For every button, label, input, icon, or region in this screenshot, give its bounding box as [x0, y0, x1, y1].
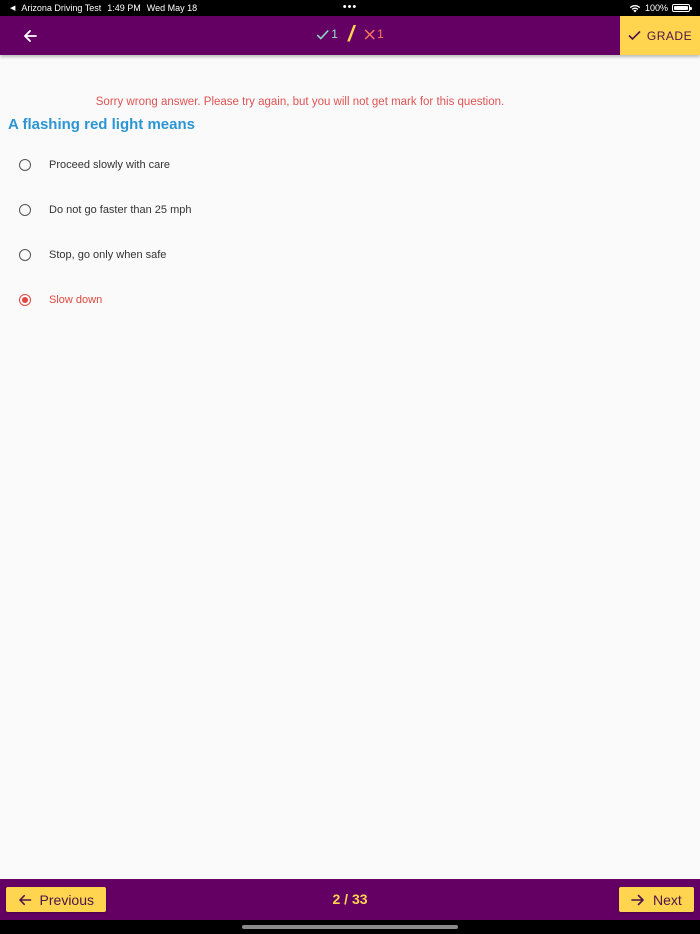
score-summary: 1 / 1 — [316, 21, 384, 46]
answer-option-label: Slow down — [49, 293, 103, 306]
radio-dot — [22, 296, 28, 303]
radio-button[interactable] — [19, 248, 31, 261]
next-button[interactable]: Next — [619, 887, 694, 912]
status-left: ◀ Arizona Driving Test 1:49 PM Wed May 1… — [10, 3, 197, 13]
arrow-left-icon — [19, 894, 32, 905]
answer-options: Proceed slowly with care Do not go faste… — [0, 142, 700, 322]
battery-icon — [672, 4, 692, 12]
correct-score: 1 — [316, 27, 338, 41]
multitasking-dots[interactable]: ••• — [343, 1, 358, 13]
wrong-count: 1 — [377, 27, 384, 41]
feedback-message: Sorry wrong answer. Please try again, bu… — [0, 96, 700, 108]
status-date: Wed May 18 — [146, 3, 198, 13]
question-text: A flashing red light means — [8, 116, 195, 133]
wifi-icon — [629, 4, 641, 12]
answer-option-selected[interactable]: Slow down — [0, 277, 700, 322]
status-time: 1:49 PM — [107, 3, 141, 13]
check-icon — [628, 30, 641, 41]
quiz-content: Sorry wrong answer. Please try again, bu… — [0, 55, 700, 879]
answer-option-label: Stop, go only when safe — [49, 248, 167, 261]
feedback-text: Sorry wrong answer. Please try again, bu… — [95, 96, 505, 108]
back-to-app-icon[interactable]: ◀ — [10, 4, 15, 12]
next-label: Next — [653, 891, 682, 908]
radio-button-selected[interactable] — [19, 293, 31, 306]
previous-button[interactable]: Previous — [6, 887, 106, 912]
bottom-nav-bar: Previous 2 / 33 Next — [0, 879, 700, 920]
grade-button[interactable]: GRADE — [620, 16, 700, 55]
home-indicator[interactable] — [242, 925, 458, 929]
back-to-app-label[interactable]: Arizona Driving Test — [21, 3, 101, 13]
radio-button[interactable] — [19, 203, 31, 216]
answer-option-label: Do not go faster than 25 mph — [49, 203, 192, 216]
page-indicator: 2 / 33 — [332, 891, 368, 907]
app-bar: 1 / 1 GRADE — [0, 16, 700, 55]
back-button[interactable] — [14, 22, 46, 50]
answer-option-label: Proceed slowly with care — [49, 158, 171, 171]
answer-option[interactable]: Stop, go only when safe — [0, 232, 700, 277]
radio-button[interactable] — [19, 158, 31, 171]
score-separator: / — [347, 21, 355, 46]
arrow-right-icon — [631, 894, 644, 905]
home-indicator-area — [0, 920, 700, 934]
status-right: 100% — [629, 3, 692, 13]
battery-percent: 100% — [644, 3, 668, 13]
correct-count: 1 — [331, 27, 338, 41]
previous-label: Previous — [39, 891, 94, 908]
cross-icon — [364, 29, 375, 39]
wrong-score: 1 — [364, 27, 384, 41]
check-icon — [316, 29, 329, 40]
grade-label: GRADE — [646, 28, 693, 43]
arrow-left-icon — [24, 30, 37, 42]
answer-option[interactable]: Proceed slowly with care — [0, 142, 700, 187]
answer-option[interactable]: Do not go faster than 25 mph — [0, 187, 700, 232]
status-bar: ◀ Arizona Driving Test 1:49 PM Wed May 1… — [0, 0, 700, 16]
